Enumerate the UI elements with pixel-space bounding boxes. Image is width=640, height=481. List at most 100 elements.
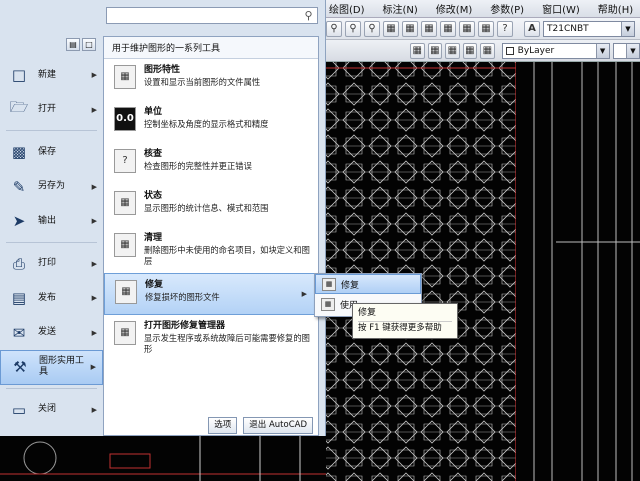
chevron-down-icon[interactable]: ▼ — [625, 43, 639, 58]
open-documents-icon[interactable]: □ — [82, 38, 96, 51]
menu-draw[interactable]: 绘图(D) — [320, 1, 374, 16]
zoom-icon[interactable]: ⚲ — [326, 20, 342, 37]
export-icon: ➤ — [12, 212, 26, 231]
chevron-down-icon[interactable]: ▼ — [621, 21, 634, 36]
design-center-icon[interactable]: ▦ — [402, 20, 418, 37]
utility-title: 核查 — [144, 149, 163, 159]
panel-header: 用于维护图形的一系列工具 — [104, 37, 318, 59]
save-as-icon: ✎ — [12, 177, 26, 196]
color-select[interactable]: ByLayer ▼ — [501, 42, 610, 59]
zoom-previous-icon[interactable]: ⚲ — [364, 20, 380, 37]
search-box[interactable]: ⚲ — [106, 7, 318, 24]
repair-icon: ▦ — [322, 277, 336, 291]
utilities-icon: ⚒ — [13, 358, 27, 377]
left-command-item[interactable]: ▭ 关闭 ▶ — [0, 393, 103, 428]
utility-description: 显示图形的统计信息、模式和范围 — [144, 203, 269, 213]
utility-item[interactable]: 0.0 单位控制坐标及角度的显示格式和精度 — [104, 101, 318, 143]
utility-text: 状态显示图形的统计信息、模式和范围 — [144, 191, 268, 221]
menu-window[interactable]: 窗口(W) — [533, 1, 589, 16]
utility-description: 检查图形的完整性并更正错误 — [144, 161, 252, 171]
layer-freeze-icon[interactable]: ▦ — [462, 42, 478, 59]
left-command-item[interactable]: 🗁 打开 ▶ — [0, 93, 103, 128]
layer-previous-icon[interactable]: ▦ — [427, 42, 443, 59]
left-command-label: 新建 — [38, 69, 57, 80]
linetype-select[interactable]: ▼ — [612, 42, 640, 59]
left-command-label: 图形实用工具 — [39, 356, 85, 378]
left-command-label: 发送 — [38, 327, 57, 338]
menu-help[interactable]: 帮助(H) — [589, 1, 640, 16]
audit-icon: ? — [114, 149, 136, 173]
units-icon: 0.0 — [114, 107, 136, 131]
left-command-item[interactable]: ▩ 保存 — [0, 135, 103, 170]
layer-lock-icon[interactable]: ▦ — [480, 42, 495, 59]
utility-text: 打开图形修复管理器显示发生程序或系统故障后可能需要修复的图形 — [144, 321, 314, 355]
menu-modify[interactable]: 修改(M) — [427, 1, 481, 16]
chevron-down-icon[interactable]: ▼ — [595, 43, 609, 58]
exit-autocad-button[interactable]: 退出 AutoCAD — [243, 416, 313, 434]
properties-icon[interactable]: ▦ — [383, 20, 399, 37]
search-icon[interactable]: ⚲ — [302, 9, 315, 22]
utility-item[interactable]: ▦ 状态显示图形的统计信息、模式和范围 — [104, 185, 318, 227]
utility-item[interactable]: ▦ 清理 删除图形中未使用的命名项目，如块定义和图层 — [104, 227, 318, 273]
help-icon[interactable]: ? — [497, 20, 513, 37]
zoom-window-icon[interactable]: ⚲ — [345, 20, 361, 37]
tool-palette-icon[interactable]: ▦ — [421, 20, 437, 37]
utilities-list: ▦ 图形特性 设置和显示当前图形的文件属性 0.0 单位 控制坐标及角度的显示格式和精度?… — [104, 59, 318, 361]
utility-title: 图形特性 — [144, 65, 181, 75]
utility-description: 显示发生程序或系统故障后可能需要修复的图形 — [144, 333, 310, 354]
utility-title: 打开图形修复管理器 — [144, 321, 226, 331]
layers-toolbar: ▦ ▦ ▦ ▦ ▦ ByLayer ▼ ▼ — [320, 40, 640, 62]
left-command-item[interactable]: ⎙ 打印 ▶ — [0, 247, 103, 282]
utility-text: 单位控制坐标及角度的显示格式和精度 — [144, 107, 268, 137]
tooltip-title: 修复 — [358, 308, 377, 318]
markup-icon[interactable]: ▦ — [459, 20, 475, 37]
menu-parameter[interactable]: 参数(P) — [481, 1, 533, 16]
recent-documents-icon[interactable]: ▤ — [66, 38, 80, 51]
left-command-label: 关闭 — [38, 404, 57, 415]
left-command-item[interactable]: □ 新建 ▶ — [0, 58, 103, 93]
chevron-right-icon: ▶ — [91, 294, 97, 303]
layer-states-icon[interactable]: ▦ — [445, 42, 460, 59]
utility-title: 状态 — [144, 191, 163, 201]
utility-item[interactable]: ▦ 图形特性 设置和显示当前图形的文件属性 — [104, 59, 318, 101]
left-command-item[interactable]: ▤ 发布 ▶ — [0, 281, 103, 316]
status-icon: ▦ — [114, 191, 136, 215]
sheet-set-icon[interactable]: ▦ — [440, 20, 456, 37]
search-input[interactable] — [107, 8, 297, 23]
left-command-item[interactable]: ✎ 另存为 ▶ — [0, 170, 103, 205]
calculator-icon[interactable]: ▦ — [478, 20, 494, 37]
utility-item[interactable]: ▦ 修复 修复损坏的图形文件 ▶ — [104, 273, 318, 315]
close-folder-icon: ▭ — [11, 400, 27, 419]
application-menu: ⚲ ▤ □ □ 新建 ▶ 🗁 打开 ▶ ▩ 保存 ✎ 另存为 ▶ ➤ 输出 ▶ ⎙ 打印 ▶ ▤ 发布 ▶ ✉ 发送 ▶ ⚒ 图… — [0, 0, 326, 481]
flyout-item-repair[interactable]: ▦ 修复 — [315, 274, 421, 294]
canvas-remnant-shapes — [0, 436, 326, 481]
color-swatch-icon — [505, 46, 514, 55]
utility-item[interactable]: ▦ 打开图形修复管理器显示发生程序或系统故障后可能需要修复的图形 — [104, 315, 318, 361]
tooltip: 修复 按 F1 键获得更多帮助 — [352, 303, 458, 339]
menu-dimension[interactable]: 标注(N) — [374, 1, 427, 16]
left-command-item[interactable]: ➤ 输出 ▶ — [0, 204, 103, 239]
standard-toolbar: ⚲ ⚲ ⚲ ▦ ▦ ▦ ▦ ▦ ▦ ? A T21CNBT ▼ — [320, 18, 640, 40]
side-panel-area — [516, 62, 640, 481]
left-command-item[interactable]: ✉ 发送 ▶ — [0, 316, 103, 351]
utility-title: 单位 — [144, 107, 163, 117]
open-folder-icon: 🗁 — [9, 98, 29, 117]
text-style-select[interactable]: T21CNBT ▼ — [543, 20, 635, 37]
left-command-item[interactable]: ⚒ 图形实用工具 ▶ — [0, 350, 103, 385]
utility-title: 修复 — [145, 280, 164, 290]
layer-match-icon[interactable]: ▦ — [410, 42, 425, 59]
utility-text: 核查检查图形的完整性并更正错误 — [144, 149, 252, 179]
left-command-label: 保存 — [38, 146, 57, 157]
options-button[interactable]: 选项 — [208, 416, 238, 434]
left-command-label: 打印 — [38, 258, 57, 269]
drawing-canvas[interactable] — [320, 62, 640, 481]
utility-description: 控制坐标及角度的显示格式和精度 — [144, 119, 269, 129]
left-command-label: 发布 — [38, 292, 57, 303]
utility-text: 修复 修复损坏的图形文件 — [145, 280, 220, 308]
utility-item[interactable]: ? 核查检查图形的完整性并更正错误 — [104, 143, 318, 185]
left-command-list: □ 新建 ▶ 🗁 打开 ▶ ▩ 保存 ✎ 另存为 ▶ ➤ 输出 ▶ ⎙ 打印 ▶ ▤ 发布 ▶ ✉ 发送 ▶ ⚒ 图形实用工具 ▶… — [0, 58, 103, 427]
drawing-recovery-icon: ▦ — [114, 321, 136, 345]
utility-text: 图形特性 设置和显示当前图形的文件属性 — [144, 65, 260, 95]
left-command-label: 另存为 — [38, 181, 66, 192]
recover-icon: ▦ — [321, 297, 335, 311]
